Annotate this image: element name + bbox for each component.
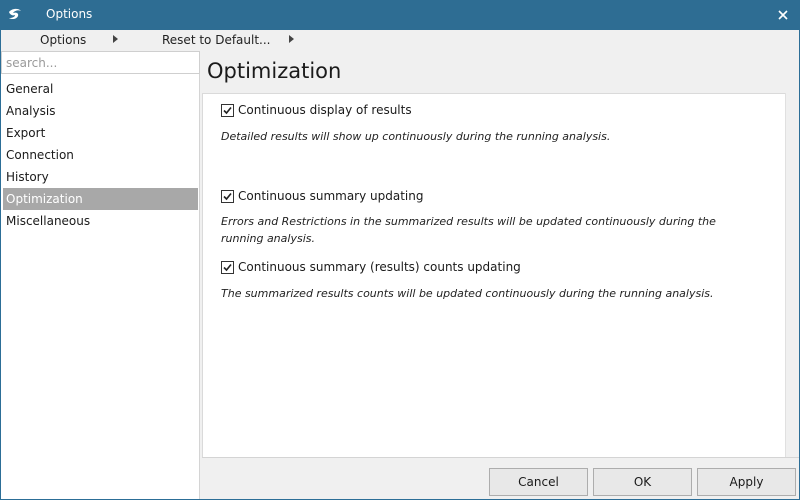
option-label: Continuous display of results (238, 103, 412, 117)
options-window: Options Reset to Default... General Anal… (1, 30, 799, 499)
sidebar-item-miscellaneous[interactable]: Miscellaneous (3, 210, 198, 232)
option-label: Continuous summary (results) counts upda… (238, 260, 521, 274)
option-description: Detailed results will show up continuous… (221, 130, 611, 143)
sidebar-item-analysis[interactable]: Analysis (3, 100, 198, 122)
option-description: The summarized results counts will be up… (221, 287, 714, 300)
sidebar-item-export[interactable]: Export (3, 122, 198, 144)
window-title: Options (46, 7, 93, 21)
page-header: Optimization (201, 51, 799, 93)
sidebar-item-history[interactable]: History (3, 166, 198, 188)
continuous-display-checkbox[interactable] (221, 103, 234, 117)
page-title: Optimization (207, 59, 342, 83)
menu-bar: Options Reset to Default... (1, 30, 799, 51)
summary-counts-checkbox[interactable] (221, 260, 234, 274)
option-description: Errors and Restrictions in the summarize… (221, 215, 716, 245)
continuous-summary-checkbox[interactable] (221, 189, 234, 203)
close-icon[interactable] (772, 4, 794, 26)
sidebar-item-connection[interactable]: Connection (3, 144, 198, 166)
option-label: Continuous summary updating (238, 189, 424, 203)
title-bar: Options (0, 0, 800, 30)
option-summary-counts[interactable]: Continuous summary (results) counts upda… (221, 260, 521, 274)
ok-button[interactable]: OK (593, 468, 692, 496)
menu-options[interactable]: Options (40, 33, 86, 47)
option-continuous-summary[interactable]: Continuous summary updating (221, 189, 423, 203)
category-list: General Analysis Export Connection Histo… (3, 78, 198, 232)
sidebar: General Analysis Export Connection Histo… (1, 51, 200, 499)
cancel-button[interactable]: Cancel (489, 468, 588, 496)
sidebar-item-general[interactable]: General (3, 78, 198, 100)
search-input[interactable] (1, 51, 200, 74)
option-continuous-display[interactable]: Continuous display of results (221, 103, 412, 117)
apply-button[interactable]: Apply (697, 468, 796, 496)
dialog-footer: Cancel OK Apply (202, 457, 799, 499)
menu-reset-to-default[interactable]: Reset to Default... (162, 33, 271, 47)
app-logo-icon (6, 6, 24, 24)
vertical-scrollbar[interactable] (785, 93, 799, 457)
reset-submenu-arrow-icon (289, 35, 294, 43)
sidebar-item-optimization[interactable]: Optimization (3, 188, 198, 210)
settings-panel: Continuous display of results Detailed r… (202, 93, 785, 457)
options-submenu-arrow-icon (113, 35, 118, 43)
